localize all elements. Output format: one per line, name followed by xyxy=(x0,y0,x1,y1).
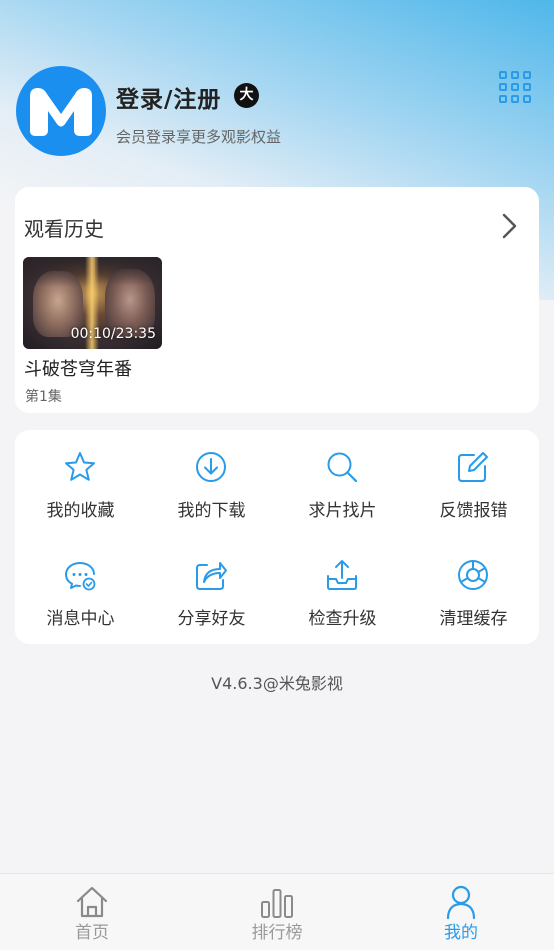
app-version: V4.6.3@米兔影视 xyxy=(211,674,343,693)
menu-item-label: 我的下载 xyxy=(177,501,246,521)
history-video-title[interactable]: 斗破苍穹年番 xyxy=(24,355,132,381)
menu-item-label: 消息中心 xyxy=(46,609,115,629)
menu-item-label: 清理缓存 xyxy=(439,609,508,629)
login-subtitle: 会员登录享更多观影权益 xyxy=(116,128,282,146)
menu-item-clear-cache[interactable]: 清理缓存 xyxy=(408,538,539,638)
edit-icon xyxy=(458,452,488,482)
watch-history-title[interactable]: 观看历史 xyxy=(24,213,104,242)
tab-label: 排行榜 xyxy=(251,923,303,943)
share-icon xyxy=(196,562,227,590)
tab-home[interactable]: 首页 xyxy=(32,874,152,950)
menu-item-messages[interactable]: 消息中心 xyxy=(15,538,146,638)
thumbnail-art xyxy=(23,257,93,287)
tab-ranking[interactable]: 排行榜 xyxy=(217,874,337,950)
search-icon xyxy=(327,452,358,483)
tab-label: 首页 xyxy=(75,923,109,943)
upload-icon xyxy=(327,560,357,590)
avatar[interactable] xyxy=(16,66,106,156)
bottom-tab-bar: 首页 排行榜 我的 xyxy=(0,873,554,950)
history-episode: 第1集 xyxy=(25,389,62,405)
menu-item-check-update[interactable]: 检查升级 xyxy=(277,538,408,638)
vip-badge-icon: 大 xyxy=(234,83,259,108)
menu-item-label: 反馈报错 xyxy=(439,501,508,521)
app-logo-icon xyxy=(30,88,92,136)
login-register-link[interactable]: 登录/注册 xyxy=(116,80,221,114)
tab-label: 我的 xyxy=(444,923,478,943)
message-icon xyxy=(65,562,96,591)
chevron-right-icon[interactable] xyxy=(499,212,519,240)
menu-card: 我的收藏 我的下载 求片找片 反馈报错 消息中心 分享好友 检查升级 清理缓存 xyxy=(15,430,539,644)
thumbnail-art xyxy=(95,257,162,285)
watch-progress-time: 00:10/23:35 xyxy=(70,326,156,342)
history-video-thumbnail[interactable]: 00:10/23:35 xyxy=(23,257,162,349)
tab-mine[interactable]: 我的 xyxy=(401,874,521,950)
profile-section: 登录/注册 大 会员登录享更多观影权益 xyxy=(16,66,538,158)
menu-item-downloads[interactable]: 我的下载 xyxy=(146,430,277,530)
star-icon xyxy=(65,452,95,481)
home-icon xyxy=(76,886,108,918)
menu-item-feedback[interactable]: 反馈报错 xyxy=(408,430,539,530)
menu-item-favorites[interactable]: 我的收藏 xyxy=(15,430,146,530)
watch-history-card: 观看历史 00:10/23:35 斗破苍穹年番 第1集 xyxy=(15,187,539,413)
user-icon xyxy=(446,885,476,920)
download-icon xyxy=(196,452,226,482)
menu-item-label: 求片找片 xyxy=(308,501,377,521)
menu-item-request-movie[interactable]: 求片找片 xyxy=(277,430,408,530)
clear-cache-icon xyxy=(458,560,488,590)
grid-icon[interactable] xyxy=(499,71,533,105)
menu-item-share[interactable]: 分享好友 xyxy=(146,538,277,638)
menu-item-label: 分享好友 xyxy=(177,609,246,629)
menu-item-label: 检查升级 xyxy=(308,609,377,629)
ranking-icon xyxy=(261,889,293,918)
menu-item-label: 我的收藏 xyxy=(46,501,115,521)
